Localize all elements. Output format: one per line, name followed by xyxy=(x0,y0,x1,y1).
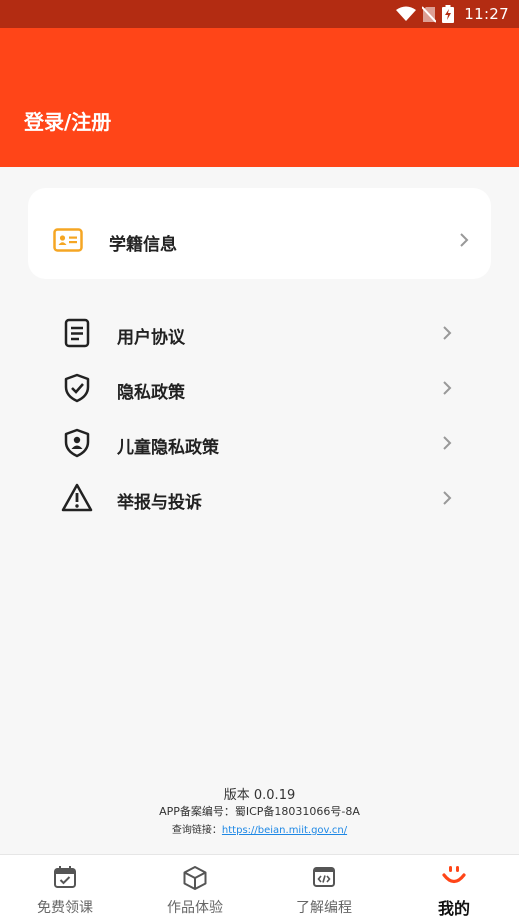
chevron-right-icon xyxy=(460,233,469,247)
icp-record-number: APP备案编号：蜀ICP备18031066号-8A xyxy=(159,805,360,818)
login-register-link[interactable]: 登录/注册 xyxy=(24,106,111,135)
menu-item-privacy-policy[interactable]: 隐私政策 xyxy=(28,372,491,427)
no-sim-icon xyxy=(422,5,437,23)
tab-learn-programming[interactable]: 了解编程 xyxy=(259,855,389,922)
tab-mine[interactable]: 我的 xyxy=(389,855,519,922)
chevron-right-icon xyxy=(443,381,452,395)
tab-free-course[interactable]: 免费领课 xyxy=(0,855,130,922)
beian-link[interactable]: https://beian.miit.gov.cn/ xyxy=(222,825,347,836)
student-info-label: 学籍信息 xyxy=(109,235,177,255)
shield-check-icon xyxy=(64,373,90,403)
menu-item-children-privacy[interactable]: 儿童隐私政策 xyxy=(28,427,491,482)
query-link-label: 查询链接： xyxy=(171,825,222,836)
id-card-icon xyxy=(53,228,83,252)
tab-label: 免费领课 xyxy=(37,900,93,916)
cube-icon xyxy=(183,866,207,890)
bottom-tab-bar: 免费领课 作品体验 了解编程 我的 xyxy=(0,854,519,922)
status-time: 11:27 xyxy=(464,5,509,23)
menu-item-report-complaint[interactable]: 举报与投诉 xyxy=(28,482,491,537)
menu-item-user-agreement[interactable]: 用户协议 xyxy=(28,317,491,372)
status-bar: 11:27 xyxy=(0,0,519,28)
query-link-row: 查询链接：https://beian.miit.gov.cn/ xyxy=(0,821,519,836)
tab-label: 作品体验 xyxy=(167,900,223,916)
menu-item-label: 举报与投诉 xyxy=(117,493,202,513)
shield-person-icon xyxy=(64,428,90,458)
menu-item-label: 儿童隐私政策 xyxy=(117,438,219,458)
chevron-right-icon xyxy=(443,491,452,505)
menu-item-label: 隐私政策 xyxy=(117,383,185,403)
app-version: 版本 0.0.19 xyxy=(223,788,296,803)
battery-charging-icon xyxy=(442,5,455,23)
tab-works-experience[interactable]: 作品体验 xyxy=(130,855,260,922)
header: 登录/注册 xyxy=(0,28,519,167)
warning-icon xyxy=(61,483,93,512)
tab-label: 了解编程 xyxy=(296,900,352,916)
calendar-check-icon xyxy=(54,866,76,888)
chevron-right-icon xyxy=(443,326,452,340)
chevron-right-icon xyxy=(443,436,452,450)
code-window-icon xyxy=(313,867,335,887)
status-icons: 11:27 xyxy=(396,4,509,24)
document-icon xyxy=(64,318,90,348)
smile-icon xyxy=(442,866,466,884)
tab-label: 我的 xyxy=(437,899,470,918)
menu-item-label: 用户协议 xyxy=(117,328,185,348)
wifi-icon xyxy=(396,6,417,21)
student-info-card[interactable]: 学籍信息 xyxy=(28,188,491,279)
